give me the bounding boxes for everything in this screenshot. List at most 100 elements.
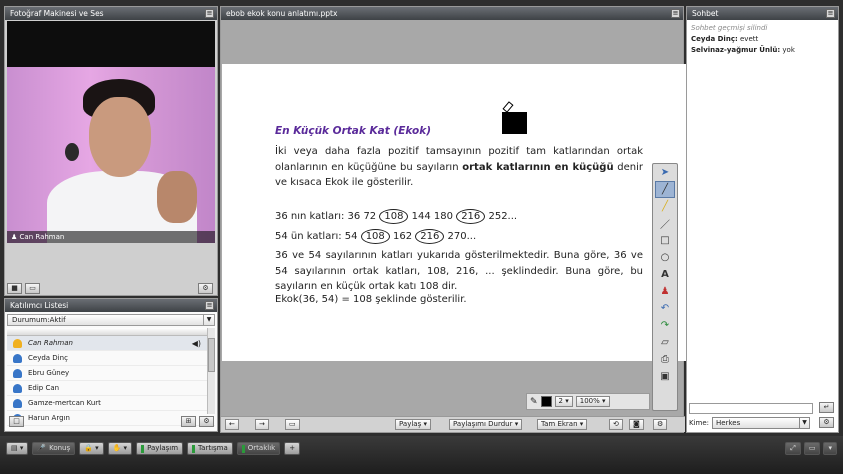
sharing-tab[interactable]: Paylaşım	[136, 442, 184, 455]
annotation-mark	[502, 112, 527, 134]
share-dropdown[interactable]: Paylaş ▾	[395, 419, 431, 430]
send-icon[interactable]: ↵	[819, 402, 834, 413]
bottom-taskbar: ▤ ▾ 🎤 Konuş 🔒 ▾ ✋ ▾ Paylaşım Tartışma Ort…	[0, 436, 843, 474]
undo-icon[interactable]: ↶	[653, 300, 677, 317]
multiples-of-54: 54 ün katları: 54 108 162 216 270...	[275, 229, 477, 244]
participants-window-controls: ≡	[205, 301, 214, 310]
talk-button[interactable]: 🎤 Konuş	[32, 442, 76, 455]
chat-settings-icon[interactable]: ⚙	[819, 417, 834, 428]
status-dropdown[interactable]: Durumum:Aktif ▼	[7, 314, 215, 326]
presenter-icon	[13, 338, 22, 348]
chevron-down-icon: ▼	[203, 315, 214, 325]
chat-message: Ceyda Dinç: evett	[691, 35, 759, 43]
hand-button[interactable]: ✋ ▾	[107, 442, 133, 455]
presentation-settings-icon[interactable]: ⚙	[653, 419, 668, 430]
participants-toolbar: □ ⊞ ⚙	[7, 415, 215, 429]
chat-panel: Sohbet ≡ Sohbet geçmişi silindi Ceyda Di…	[686, 6, 839, 433]
chevron-down-icon: ▼	[799, 418, 809, 428]
chat-history: Sohbet geçmişi silindi Ceyda Dinç: evett…	[688, 21, 837, 408]
raise-hand-button[interactable]: □	[9, 416, 24, 427]
participants-title: Katılımcı Listesi	[5, 299, 217, 312]
participants-panel: Katılımcı Listesi ≡ Durumum:Aktif ▼ Can …	[4, 298, 218, 432]
next-slide-button[interactable]: →	[255, 419, 269, 430]
screenshot-icon[interactable]: ▣	[653, 368, 677, 385]
user-icon	[13, 383, 22, 393]
multiples-of-36: 36 nın katları: 36 72 108 144 180 216 25…	[275, 209, 518, 224]
camera-toggle-button[interactable]: ■	[7, 283, 22, 294]
menu-icon[interactable]: ≡	[671, 9, 680, 18]
slide-title: En Küçük Ortak Kat (Ekok)	[275, 125, 431, 137]
participants-settings-icon[interactable]: ⚙	[199, 416, 214, 427]
presenter-name: ♟ Can Rahman	[7, 231, 215, 243]
options-icon[interactable]: ▾	[823, 442, 837, 455]
pencil-icon[interactable]: ✎	[530, 397, 538, 407]
camera-settings-icon[interactable]: ⚙	[198, 283, 213, 294]
slide-definition: İki veya daha fazla pozitif tamsayının p…	[275, 146, 644, 188]
presentation-panel: ebob ekok konu anlatımı.pptx ≡ En Küçük …	[220, 6, 686, 433]
presentation-window-controls: ≡	[671, 9, 680, 18]
chat-recipient: Kime: Herkes ▼	[689, 417, 811, 429]
menu-icon[interactable]: ≡	[205, 301, 214, 310]
ellipse-icon[interactable]: ○	[653, 249, 677, 266]
bar-icon	[241, 444, 245, 453]
menu-button[interactable]: ▤ ▾	[6, 442, 29, 455]
text-icon[interactable]: A	[653, 266, 677, 283]
color-swatch[interactable]	[540, 396, 552, 407]
eraser-icon[interactable]: ▱	[653, 334, 677, 351]
camera-icon[interactable]: ◙	[629, 419, 644, 430]
slide-conclusion: Ekok(36, 54) = 108 şeklinde gösterilir.	[275, 294, 467, 305]
pen-icon[interactable]: ╱	[655, 181, 675, 198]
camera-window-controls: ≡	[205, 9, 214, 18]
list-item[interactable]: Ebru Güney	[7, 366, 215, 381]
user-icon	[13, 353, 22, 363]
stop-sharing-button[interactable]: Paylaşımı Durdur ▾	[449, 419, 523, 430]
list-item[interactable]: Gamze-mertcan Kurt	[7, 396, 215, 411]
highlighter-icon[interactable]: ╱	[653, 198, 677, 215]
line-icon[interactable]: ／	[653, 215, 677, 232]
rectangle-icon[interactable]: □	[653, 232, 677, 249]
speaker-icon: ◀)	[191, 338, 201, 348]
list-item[interactable]: Ceyda Dinç	[7, 351, 215, 366]
fullscreen-button[interactable]: Tam Ekran ▾	[537, 419, 588, 430]
redo-icon[interactable]: ↷	[653, 317, 677, 334]
recipient-dropdown[interactable]: Herkes ▼	[712, 417, 811, 429]
layout-icon[interactable]: ▭	[803, 442, 821, 455]
slide-explanation: 36 ve 54 sayılarının katları yukarıda gö…	[275, 250, 643, 292]
print-icon[interactable]: ⎙	[653, 351, 677, 368]
zoom-toolbar: ✎ 2 ▾ 100% ▾	[526, 393, 650, 410]
grid-view-icon[interactable]: ⊞	[181, 416, 196, 427]
user-icon	[13, 398, 22, 408]
chat-title: Sohbet	[687, 7, 838, 20]
bar-icon	[141, 444, 145, 453]
stamp-icon[interactable]: ♟	[653, 283, 677, 300]
video-toggle-button[interactable]: ▭	[25, 283, 40, 294]
chat-window-controls: ≡	[826, 9, 835, 18]
discussion-tab[interactable]: Tartışma	[187, 442, 233, 455]
slide-canvas[interactable]: En Küçük Ortak Kat (Ekok) İki veya daha …	[222, 64, 686, 361]
sync-icon[interactable]: ⟲	[609, 419, 623, 430]
list-item[interactable]: Edip Can	[7, 381, 215, 396]
presentation-navbar: ← → ▭ Paylaş ▾ Paylaşımı Durdur ▾ Tam Ek…	[221, 416, 685, 432]
fullscreen-icon[interactable]: ⤢	[785, 442, 801, 455]
user-icon: ♟	[11, 233, 20, 241]
chat-input[interactable]	[689, 403, 813, 414]
list-item[interactable]: Can Rahman ◀)	[7, 336, 215, 351]
menu-icon[interactable]: ≡	[205, 9, 214, 18]
add-layout-button[interactable]: +	[284, 442, 301, 455]
collaboration-tab[interactable]: Ortaklık	[236, 442, 281, 455]
menu-icon[interactable]: ≡	[826, 9, 835, 18]
previous-slide-button[interactable]: ←	[225, 419, 239, 430]
slide-thumbnail-button[interactable]: ▭	[285, 419, 300, 430]
taskbar-right-controls: ⤢ ▭ ▾	[785, 442, 837, 455]
camera-toolbar: ■ ▭	[7, 283, 40, 294]
presenter-video: ♟ Can Rahman	[7, 21, 215, 243]
lock-button[interactable]: 🔒 ▾	[79, 442, 104, 455]
camera-panel: Fotoğraf Makinesi ve Ses ≡ ♟ Can Rahman …	[4, 6, 218, 296]
line-width-select[interactable]: 2 ▾	[554, 396, 573, 407]
presentation-title: ebob ekok konu anlatımı.pptx	[221, 7, 683, 20]
zoom-select[interactable]: 100% ▾	[575, 396, 610, 407]
pointer-icon[interactable]: ➤	[653, 164, 677, 181]
annotation-toolbar: ➤ ╱ ╱ ／ □ ○ A ♟ ↶ ↷ ▱ ⎙ ▣	[652, 163, 678, 411]
participants-scrollbar[interactable]	[207, 328, 215, 414]
microphone-icon: 🎤	[37, 444, 47, 452]
